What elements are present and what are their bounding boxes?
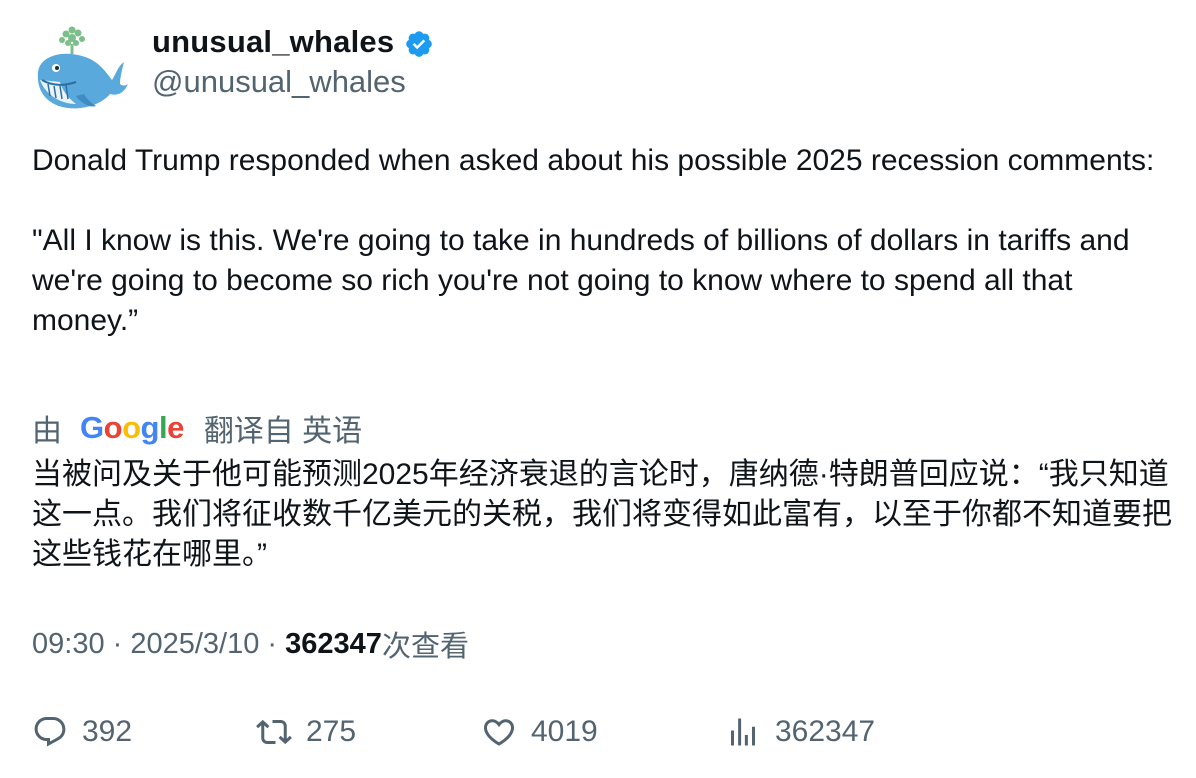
translation-attribution: 由 Google 翻译自 英语 xyxy=(32,408,362,448)
retweet-icon xyxy=(256,719,292,745)
reply-icon xyxy=(34,717,66,747)
author-name-row: unusual_whales xyxy=(152,24,434,60)
whale-avatar-icon[interactable] xyxy=(32,24,128,116)
reply-button[interactable]: 392 xyxy=(32,710,132,754)
heart-icon xyxy=(483,719,515,746)
google-logo-icon: Google xyxy=(80,410,184,445)
tweet-actions-bar: 392 275 4019 362347 xyxy=(32,710,1172,754)
translate-from-english-link[interactable]: 翻译自 英语 xyxy=(204,406,362,450)
views-button[interactable]: 362347 xyxy=(725,710,875,754)
tweet-meta: 09:30 · 2025/3/10 · 362347 次查看 xyxy=(32,624,469,664)
translated-text: 当被问及关于他可能预测2025年经济衰退的言论时，唐纳德·特朗普回应说：“我只知… xyxy=(32,458,1172,571)
retweet-count: 275 xyxy=(306,715,357,748)
like-count: 4019 xyxy=(531,715,598,748)
views-count: 362347 xyxy=(285,627,382,660)
meta-separator: · xyxy=(104,627,131,660)
tweet-time[interactable]: 09:30 xyxy=(32,628,105,661)
reply-count: 392 xyxy=(82,715,133,748)
tweet-date[interactable]: 2025/3/10 xyxy=(130,628,259,661)
author-display-name[interactable]: unusual_whales xyxy=(152,24,394,60)
tweet-text: Donald Trump responded when asked about … xyxy=(32,141,1172,341)
tweet-text-quote: "All I know is this. We're going to take… xyxy=(32,224,1138,337)
verified-badge-icon xyxy=(406,31,433,57)
author-handle[interactable]: @unusual_whales xyxy=(152,64,406,100)
retweet-button[interactable]: 275 xyxy=(256,710,356,754)
views-label: 次查看 xyxy=(381,631,469,663)
translated-by-label: 由 xyxy=(32,415,62,448)
tweet-header: unusual_whales @unusual_whales xyxy=(32,24,732,116)
views-action-count: 362347 xyxy=(775,715,876,748)
tweet-text-intro: Donald Trump responded when asked about … xyxy=(32,144,1155,177)
like-button[interactable]: 4019 xyxy=(481,710,598,754)
analytics-icon xyxy=(731,718,755,746)
meta-separator: · xyxy=(259,627,286,660)
